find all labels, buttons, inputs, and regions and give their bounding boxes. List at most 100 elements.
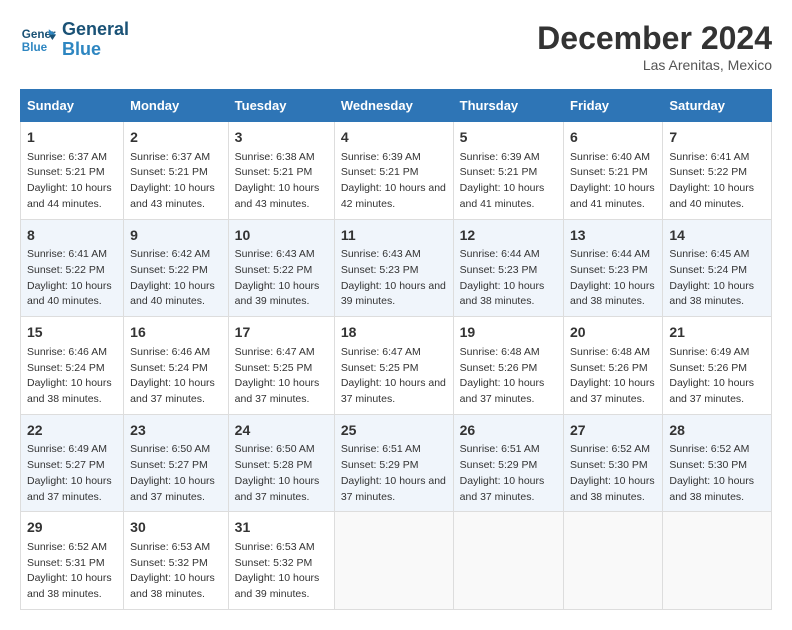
calendar-cell: 28 Sunrise: 6:52 AM Sunset: 5:30 PM Dayl… bbox=[663, 414, 772, 512]
day-info: Sunrise: 6:37 AM Sunset: 5:21 PM Dayligh… bbox=[130, 151, 215, 210]
calendar-cell: 21 Sunrise: 6:49 AM Sunset: 5:26 PM Dayl… bbox=[663, 317, 772, 415]
calendar-cell: 15 Sunrise: 6:46 AM Sunset: 5:24 PM Dayl… bbox=[21, 317, 124, 415]
calendar-cell: 8 Sunrise: 6:41 AM Sunset: 5:22 PM Dayli… bbox=[21, 219, 124, 317]
day-number: 4 bbox=[341, 128, 447, 148]
calendar-table: SundayMondayTuesdayWednesdayThursdayFrid… bbox=[20, 89, 772, 610]
day-number: 2 bbox=[130, 128, 222, 148]
day-number: 1 bbox=[27, 128, 117, 148]
day-number: 28 bbox=[669, 421, 765, 441]
column-header-tuesday: Tuesday bbox=[228, 90, 334, 122]
day-number: 9 bbox=[130, 226, 222, 246]
column-header-monday: Monday bbox=[124, 90, 229, 122]
day-number: 29 bbox=[27, 518, 117, 538]
day-info: Sunrise: 6:49 AM Sunset: 5:26 PM Dayligh… bbox=[669, 346, 754, 405]
calendar-cell: 7 Sunrise: 6:41 AM Sunset: 5:22 PM Dayli… bbox=[663, 122, 772, 220]
calendar-cell: 6 Sunrise: 6:40 AM Sunset: 5:21 PM Dayli… bbox=[564, 122, 663, 220]
day-number: 12 bbox=[460, 226, 557, 246]
calendar-cell bbox=[663, 512, 772, 610]
day-number: 25 bbox=[341, 421, 447, 441]
day-info: Sunrise: 6:51 AM Sunset: 5:29 PM Dayligh… bbox=[341, 443, 446, 502]
column-header-friday: Friday bbox=[564, 90, 663, 122]
day-number: 24 bbox=[235, 421, 328, 441]
calendar-cell: 29 Sunrise: 6:52 AM Sunset: 5:31 PM Dayl… bbox=[21, 512, 124, 610]
day-info: Sunrise: 6:43 AM Sunset: 5:22 PM Dayligh… bbox=[235, 248, 320, 307]
day-number: 23 bbox=[130, 421, 222, 441]
page-title: December 2024 bbox=[537, 20, 772, 57]
day-info: Sunrise: 6:41 AM Sunset: 5:22 PM Dayligh… bbox=[27, 248, 112, 307]
day-number: 20 bbox=[570, 323, 656, 343]
calendar-cell: 18 Sunrise: 6:47 AM Sunset: 5:25 PM Dayl… bbox=[334, 317, 453, 415]
day-number: 27 bbox=[570, 421, 656, 441]
day-number: 6 bbox=[570, 128, 656, 148]
day-info: Sunrise: 6:46 AM Sunset: 5:24 PM Dayligh… bbox=[130, 346, 215, 405]
day-info: Sunrise: 6:52 AM Sunset: 5:30 PM Dayligh… bbox=[669, 443, 754, 502]
svg-text:Blue: Blue bbox=[22, 41, 48, 54]
day-info: Sunrise: 6:48 AM Sunset: 5:26 PM Dayligh… bbox=[460, 346, 545, 405]
column-header-wednesday: Wednesday bbox=[334, 90, 453, 122]
day-number: 18 bbox=[341, 323, 447, 343]
day-info: Sunrise: 6:50 AM Sunset: 5:27 PM Dayligh… bbox=[130, 443, 215, 502]
calendar-cell: 24 Sunrise: 6:50 AM Sunset: 5:28 PM Dayl… bbox=[228, 414, 334, 512]
logo-name: GeneralBlue bbox=[62, 20, 129, 60]
calendar-cell: 23 Sunrise: 6:50 AM Sunset: 5:27 PM Dayl… bbox=[124, 414, 229, 512]
page-header: General Blue GeneralBlue December 2024 L… bbox=[20, 20, 772, 73]
day-info: Sunrise: 6:53 AM Sunset: 5:32 PM Dayligh… bbox=[130, 541, 215, 600]
calendar-cell: 5 Sunrise: 6:39 AM Sunset: 5:21 PM Dayli… bbox=[453, 122, 563, 220]
day-info: Sunrise: 6:51 AM Sunset: 5:29 PM Dayligh… bbox=[460, 443, 545, 502]
calendar-cell bbox=[334, 512, 453, 610]
calendar-cell bbox=[564, 512, 663, 610]
calendar-cell: 14 Sunrise: 6:45 AM Sunset: 5:24 PM Dayl… bbox=[663, 219, 772, 317]
day-info: Sunrise: 6:46 AM Sunset: 5:24 PM Dayligh… bbox=[27, 346, 112, 405]
day-info: Sunrise: 6:37 AM Sunset: 5:21 PM Dayligh… bbox=[27, 151, 112, 210]
page-subtitle: Las Arenitas, Mexico bbox=[537, 57, 772, 73]
calendar-week-1: 1 Sunrise: 6:37 AM Sunset: 5:21 PM Dayli… bbox=[21, 122, 772, 220]
day-number: 16 bbox=[130, 323, 222, 343]
day-number: 15 bbox=[27, 323, 117, 343]
title-block: December 2024 Las Arenitas, Mexico bbox=[537, 20, 772, 73]
day-info: Sunrise: 6:40 AM Sunset: 5:21 PM Dayligh… bbox=[570, 151, 655, 210]
day-number: 31 bbox=[235, 518, 328, 538]
calendar-cell: 10 Sunrise: 6:43 AM Sunset: 5:22 PM Dayl… bbox=[228, 219, 334, 317]
calendar-week-4: 22 Sunrise: 6:49 AM Sunset: 5:27 PM Dayl… bbox=[21, 414, 772, 512]
column-header-saturday: Saturday bbox=[663, 90, 772, 122]
day-number: 3 bbox=[235, 128, 328, 148]
calendar-header-row: SundayMondayTuesdayWednesdayThursdayFrid… bbox=[21, 90, 772, 122]
calendar-cell: 27 Sunrise: 6:52 AM Sunset: 5:30 PM Dayl… bbox=[564, 414, 663, 512]
day-info: Sunrise: 6:42 AM Sunset: 5:22 PM Dayligh… bbox=[130, 248, 215, 307]
day-number: 22 bbox=[27, 421, 117, 441]
day-number: 14 bbox=[669, 226, 765, 246]
day-info: Sunrise: 6:49 AM Sunset: 5:27 PM Dayligh… bbox=[27, 443, 112, 502]
calendar-cell: 17 Sunrise: 6:47 AM Sunset: 5:25 PM Dayl… bbox=[228, 317, 334, 415]
day-info: Sunrise: 6:43 AM Sunset: 5:23 PM Dayligh… bbox=[341, 248, 446, 307]
day-info: Sunrise: 6:44 AM Sunset: 5:23 PM Dayligh… bbox=[570, 248, 655, 307]
calendar-cell: 11 Sunrise: 6:43 AM Sunset: 5:23 PM Dayl… bbox=[334, 219, 453, 317]
calendar-cell: 12 Sunrise: 6:44 AM Sunset: 5:23 PM Dayl… bbox=[453, 219, 563, 317]
day-number: 19 bbox=[460, 323, 557, 343]
calendar-cell: 31 Sunrise: 6:53 AM Sunset: 5:32 PM Dayl… bbox=[228, 512, 334, 610]
day-number: 13 bbox=[570, 226, 656, 246]
day-info: Sunrise: 6:39 AM Sunset: 5:21 PM Dayligh… bbox=[341, 151, 446, 210]
calendar-week-3: 15 Sunrise: 6:46 AM Sunset: 5:24 PM Dayl… bbox=[21, 317, 772, 415]
calendar-cell: 22 Sunrise: 6:49 AM Sunset: 5:27 PM Dayl… bbox=[21, 414, 124, 512]
day-info: Sunrise: 6:47 AM Sunset: 5:25 PM Dayligh… bbox=[341, 346, 446, 405]
calendar-cell: 9 Sunrise: 6:42 AM Sunset: 5:22 PM Dayli… bbox=[124, 219, 229, 317]
calendar-cell: 16 Sunrise: 6:46 AM Sunset: 5:24 PM Dayl… bbox=[124, 317, 229, 415]
calendar-cell bbox=[453, 512, 563, 610]
day-number: 7 bbox=[669, 128, 765, 148]
calendar-cell: 1 Sunrise: 6:37 AM Sunset: 5:21 PM Dayli… bbox=[21, 122, 124, 220]
day-number: 5 bbox=[460, 128, 557, 148]
day-number: 11 bbox=[341, 226, 447, 246]
day-info: Sunrise: 6:38 AM Sunset: 5:21 PM Dayligh… bbox=[235, 151, 320, 210]
day-info: Sunrise: 6:41 AM Sunset: 5:22 PM Dayligh… bbox=[669, 151, 754, 210]
calendar-cell: 30 Sunrise: 6:53 AM Sunset: 5:32 PM Dayl… bbox=[124, 512, 229, 610]
calendar-week-5: 29 Sunrise: 6:52 AM Sunset: 5:31 PM Dayl… bbox=[21, 512, 772, 610]
day-number: 30 bbox=[130, 518, 222, 538]
day-info: Sunrise: 6:52 AM Sunset: 5:31 PM Dayligh… bbox=[27, 541, 112, 600]
calendar-week-2: 8 Sunrise: 6:41 AM Sunset: 5:22 PM Dayli… bbox=[21, 219, 772, 317]
day-number: 21 bbox=[669, 323, 765, 343]
calendar-cell: 25 Sunrise: 6:51 AM Sunset: 5:29 PM Dayl… bbox=[334, 414, 453, 512]
day-info: Sunrise: 6:47 AM Sunset: 5:25 PM Dayligh… bbox=[235, 346, 320, 405]
calendar-cell: 13 Sunrise: 6:44 AM Sunset: 5:23 PM Dayl… bbox=[564, 219, 663, 317]
logo: General Blue GeneralBlue bbox=[20, 20, 129, 60]
calendar-cell: 20 Sunrise: 6:48 AM Sunset: 5:26 PM Dayl… bbox=[564, 317, 663, 415]
